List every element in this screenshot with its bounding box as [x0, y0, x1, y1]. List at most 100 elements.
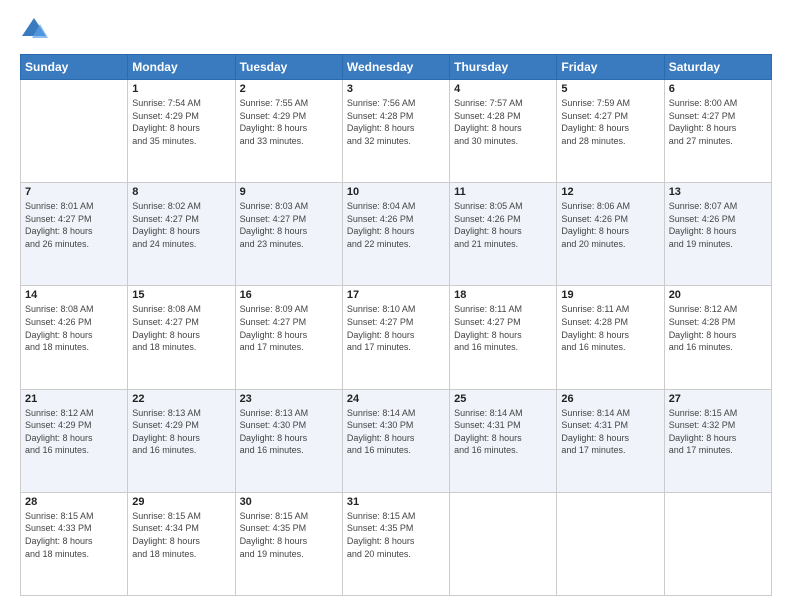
day-header-thursday: Thursday	[450, 55, 557, 80]
day-number: 1	[132, 83, 230, 95]
day-number: 9	[240, 186, 338, 198]
calendar-cell: 16 Sunrise: 8:09 AMSunset: 4:27 PMDayligh…	[235, 286, 342, 389]
day-number: 29	[132, 496, 230, 508]
calendar-cell: 1 Sunrise: 7:54 AMSunset: 4:29 PMDaylight…	[128, 80, 235, 183]
day-info: Sunrise: 7:59 AMSunset: 4:27 PMDaylight:…	[561, 97, 659, 147]
calendar-cell: 22Sunrise: 8:13 AMSunset: 4:29 PMDayligh…	[128, 389, 235, 492]
day-number: 7	[25, 186, 123, 198]
calendar-header-row: SundayMondayTuesdayWednesdayThursdayFrid…	[21, 55, 772, 80]
calendar-cell: 27 Sunrise: 8:15 AMSunset: 4:32 PMDayligh…	[664, 389, 771, 492]
day-number: 21	[25, 393, 123, 405]
calendar-cell: 3 Sunrise: 7:56 AMSunset: 4:28 PMDaylight…	[342, 80, 449, 183]
day-number: 20	[669, 289, 767, 301]
day-info: Sunrise: 8:09 AMSunset: 4:27 PMDaylight:…	[240, 303, 338, 353]
calendar-cell: 19 Sunrise: 8:11 AMSunset: 4:28 PMDayligh…	[557, 286, 664, 389]
day-info: Sunrise: 8:10 AMSunset: 4:27 PMDaylight:…	[347, 303, 445, 353]
calendar-cell	[664, 492, 771, 595]
calendar-week-row: 28 Sunrise: 8:15 AMSunset: 4:33 PMDayligh…	[21, 492, 772, 595]
day-info: Sunrise: 8:15 AMSunset: 4:34 PMDaylight:…	[132, 510, 230, 560]
header	[20, 16, 772, 44]
day-number: 31	[347, 496, 445, 508]
day-info: Sunrise: 8:13 AMSunset: 4:30 PMDaylight:…	[240, 407, 338, 457]
day-number: 5	[561, 83, 659, 95]
calendar-cell: 8 Sunrise: 8:02 AMSunset: 4:27 PMDaylight…	[128, 183, 235, 286]
day-number: 18	[454, 289, 552, 301]
day-info: Sunrise: 8:03 AMSunset: 4:27 PMDaylight:…	[240, 200, 338, 250]
logo	[20, 16, 52, 44]
day-number: 2	[240, 83, 338, 95]
calendar-cell: 18 Sunrise: 8:11 AMSunset: 4:27 PMDayligh…	[450, 286, 557, 389]
calendar-cell: 9 Sunrise: 8:03 AMSunset: 4:27 PMDaylight…	[235, 183, 342, 286]
day-number: 22	[132, 393, 230, 405]
day-info: Sunrise: 7:56 AMSunset: 4:28 PMDaylight:…	[347, 97, 445, 147]
day-info: Sunrise: 8:05 AMSunset: 4:26 PMDaylight:…	[454, 200, 552, 250]
day-number: 16	[240, 289, 338, 301]
day-info: Sunrise: 8:12 AMSunset: 4:29 PMDaylight:…	[25, 407, 123, 457]
day-number: 15	[132, 289, 230, 301]
logo-icon	[20, 16, 48, 44]
day-number: 4	[454, 83, 552, 95]
calendar-week-row: 1 Sunrise: 7:54 AMSunset: 4:29 PMDaylight…	[21, 80, 772, 183]
day-info: Sunrise: 7:55 AMSunset: 4:29 PMDaylight:…	[240, 97, 338, 147]
day-info: Sunrise: 8:01 AMSunset: 4:27 PMDaylight:…	[25, 200, 123, 250]
day-info: Sunrise: 8:00 AMSunset: 4:27 PMDaylight:…	[669, 97, 767, 147]
day-number: 28	[25, 496, 123, 508]
day-number: 24	[347, 393, 445, 405]
calendar-cell: 15 Sunrise: 8:08 AMSunset: 4:27 PMDayligh…	[128, 286, 235, 389]
calendar-table: SundayMondayTuesdayWednesdayThursdayFrid…	[20, 54, 772, 596]
day-info: Sunrise: 8:15 AMSunset: 4:32 PMDaylight:…	[669, 407, 767, 457]
day-number: 17	[347, 289, 445, 301]
calendar-cell: 11 Sunrise: 8:05 AMSunset: 4:26 PMDayligh…	[450, 183, 557, 286]
calendar-cell: 7 Sunrise: 8:01 AMSunset: 4:27 PMDaylight…	[21, 183, 128, 286]
calendar-cell: 28 Sunrise: 8:15 AMSunset: 4:33 PMDayligh…	[21, 492, 128, 595]
calendar-week-row: 7 Sunrise: 8:01 AMSunset: 4:27 PMDaylight…	[21, 183, 772, 286]
day-number: 6	[669, 83, 767, 95]
calendar-cell: 29 Sunrise: 8:15 AMSunset: 4:34 PMDayligh…	[128, 492, 235, 595]
day-number: 11	[454, 186, 552, 198]
day-number: 14	[25, 289, 123, 301]
day-info: Sunrise: 8:11 AMSunset: 4:28 PMDaylight:…	[561, 303, 659, 353]
day-header-wednesday: Wednesday	[342, 55, 449, 80]
day-info: Sunrise: 8:04 AMSunset: 4:26 PMDaylight:…	[347, 200, 445, 250]
day-info: Sunrise: 8:02 AMSunset: 4:27 PMDaylight:…	[132, 200, 230, 250]
day-number: 13	[669, 186, 767, 198]
calendar-cell: 31 Sunrise: 8:15 AMSunset: 4:35 PMDayligh…	[342, 492, 449, 595]
calendar-cell: 12Sunrise: 8:06 AMSunset: 4:26 PMDayligh…	[557, 183, 664, 286]
day-info: Sunrise: 8:15 AMSunset: 4:35 PMDaylight:…	[347, 510, 445, 560]
day-info: Sunrise: 8:14 AMSunset: 4:30 PMDaylight:…	[347, 407, 445, 457]
day-number: 26	[561, 393, 659, 405]
calendar-cell: 23 Sunrise: 8:13 AMSunset: 4:30 PMDayligh…	[235, 389, 342, 492]
calendar-cell	[21, 80, 128, 183]
day-info: Sunrise: 8:11 AMSunset: 4:27 PMDaylight:…	[454, 303, 552, 353]
calendar-cell: 24 Sunrise: 8:14 AMSunset: 4:30 PMDayligh…	[342, 389, 449, 492]
calendar-cell: 13Sunrise: 8:07 AMSunset: 4:26 PMDayligh…	[664, 183, 771, 286]
day-header-monday: Monday	[128, 55, 235, 80]
day-number: 25	[454, 393, 552, 405]
day-number: 19	[561, 289, 659, 301]
calendar-cell: 17 Sunrise: 8:10 AMSunset: 4:27 PMDayligh…	[342, 286, 449, 389]
day-number: 8	[132, 186, 230, 198]
day-header-tuesday: Tuesday	[235, 55, 342, 80]
day-number: 12	[561, 186, 659, 198]
calendar-cell: 25Sunrise: 8:14 AMSunset: 4:31 PMDayligh…	[450, 389, 557, 492]
calendar-week-row: 21 Sunrise: 8:12 AMSunset: 4:29 PMDayligh…	[21, 389, 772, 492]
calendar-cell: 4 Sunrise: 7:57 AMSunset: 4:28 PMDaylight…	[450, 80, 557, 183]
calendar-cell: 20 Sunrise: 8:12 AMSunset: 4:28 PMDayligh…	[664, 286, 771, 389]
page: SundayMondayTuesdayWednesdayThursdayFrid…	[0, 0, 792, 612]
day-info: Sunrise: 7:57 AMSunset: 4:28 PMDaylight:…	[454, 97, 552, 147]
day-number: 23	[240, 393, 338, 405]
calendar-cell	[450, 492, 557, 595]
day-info: Sunrise: 7:54 AMSunset: 4:29 PMDaylight:…	[132, 97, 230, 147]
day-info: Sunrise: 8:08 AMSunset: 4:27 PMDaylight:…	[132, 303, 230, 353]
day-number: 27	[669, 393, 767, 405]
calendar-cell: 6 Sunrise: 8:00 AMSunset: 4:27 PMDaylight…	[664, 80, 771, 183]
day-number: 3	[347, 83, 445, 95]
calendar-cell: 14 Sunrise: 8:08 AMSunset: 4:26 PMDayligh…	[21, 286, 128, 389]
day-header-sunday: Sunday	[21, 55, 128, 80]
day-info: Sunrise: 8:08 AMSunset: 4:26 PMDaylight:…	[25, 303, 123, 353]
day-info: Sunrise: 8:12 AMSunset: 4:28 PMDaylight:…	[669, 303, 767, 353]
calendar-cell: 2 Sunrise: 7:55 AMSunset: 4:29 PMDaylight…	[235, 80, 342, 183]
calendar-cell: 26Sunrise: 8:14 AMSunset: 4:31 PMDayligh…	[557, 389, 664, 492]
day-header-friday: Friday	[557, 55, 664, 80]
day-info: Sunrise: 8:15 AMSunset: 4:33 PMDaylight:…	[25, 510, 123, 560]
